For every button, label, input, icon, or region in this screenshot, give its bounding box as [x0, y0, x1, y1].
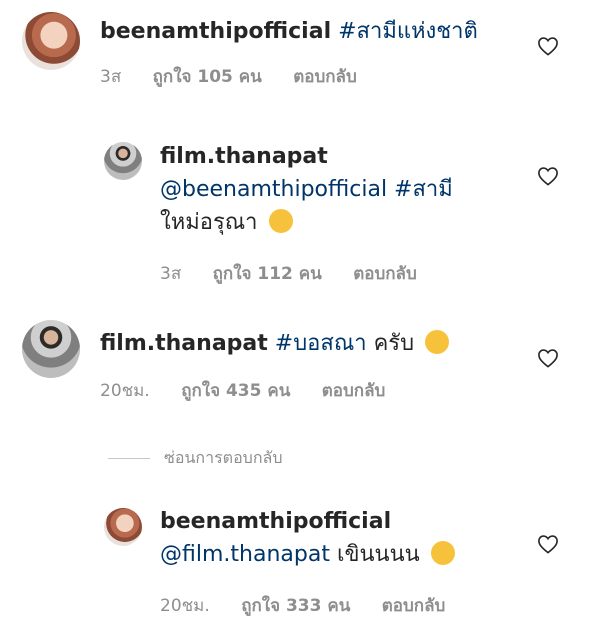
reply-button[interactable]: ตอบกลับ: [322, 381, 386, 401]
username[interactable]: film.thanapat: [160, 140, 453, 173]
reply-button[interactable]: ตอบกลับ: [382, 596, 446, 616]
avatar[interactable]: [104, 142, 142, 180]
timestamp: 20ชม.: [160, 596, 210, 616]
comment-meta: 20ชม. ถูกใจ 333 คน ตอบกลับ: [160, 592, 471, 619]
hide-replies-label: ซ่อนการตอบกลับ: [164, 448, 283, 467]
avatar[interactable]: [22, 320, 80, 378]
heart-icon[interactable]: [537, 166, 559, 186]
username[interactable]: film.thanapat: [100, 331, 268, 356]
mention[interactable]: @beenamthipofficial #สามี: [160, 173, 453, 206]
comment-meta: 20ชม. ถูกใจ 435 คน ตอบกลับ: [100, 377, 411, 404]
username[interactable]: beenamthipofficial: [100, 19, 331, 44]
avatar[interactable]: [104, 508, 142, 546]
comment-meta: 3ส ถูกใจ 105 คน ตอบกลับ: [100, 63, 383, 90]
heart-icon[interactable]: [537, 36, 559, 56]
comment-text: เขินนนน: [336, 542, 420, 567]
timestamp: 3ส: [160, 264, 182, 284]
timestamp: 20ชม.: [100, 381, 150, 401]
hide-replies-button[interactable]: ซ่อนการตอบกลับ: [108, 446, 282, 471]
likes-count[interactable]: ถูกใจ 435 คน: [181, 381, 290, 401]
mention[interactable]: @film.thanapat: [160, 542, 330, 567]
comment-text: ใหม่อรุณา: [160, 210, 258, 235]
tongue-emoji-icon: [268, 209, 293, 233]
comment-meta: 3ส ถูกใจ 112 คน ตอบกลับ: [160, 260, 443, 287]
heart-icon[interactable]: [537, 534, 559, 554]
likes-count[interactable]: ถูกใจ 333 คน: [241, 596, 350, 616]
divider: [108, 458, 150, 459]
timestamp: 3ส: [100, 67, 122, 87]
smiling-emoji-icon: [430, 541, 455, 565]
hashtag[interactable]: #บอสณา: [275, 331, 367, 356]
comment-text: ครับ: [373, 331, 415, 356]
reply-button[interactable]: ตอบกลับ: [353, 264, 417, 284]
hashtag[interactable]: #สามีแห่งชาติ: [338, 19, 478, 44]
heart-icon[interactable]: [537, 348, 559, 368]
avatar[interactable]: [22, 12, 80, 70]
username[interactable]: beenamthipofficial: [160, 505, 455, 538]
likes-count[interactable]: ถูกใจ 105 คน: [153, 67, 262, 87]
likes-count[interactable]: ถูกใจ 112 คน: [213, 264, 322, 284]
reply-button[interactable]: ตอบกลับ: [293, 67, 357, 87]
wink-emoji-icon: [425, 330, 450, 354]
